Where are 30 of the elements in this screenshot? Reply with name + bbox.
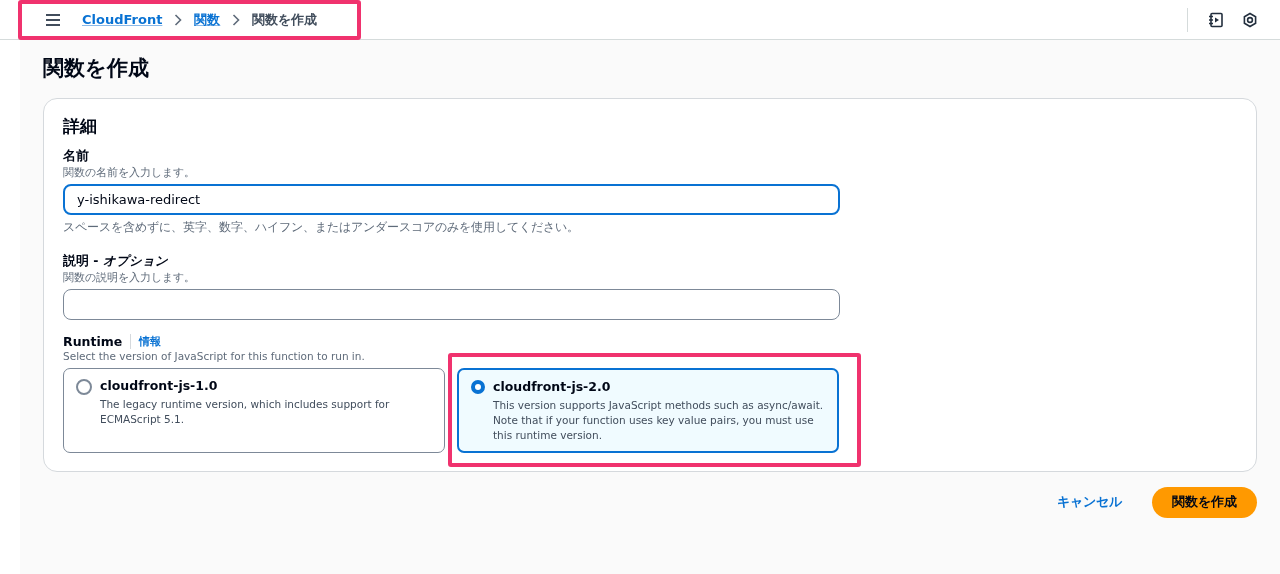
chevron-icon <box>232 13 241 26</box>
page-title: 関数を作成 <box>43 55 150 82</box>
option-title: cloudfront-js-2.0 <box>493 379 612 394</box>
field-description: 関数の名前を入力します。 <box>63 166 196 180</box>
radio-button[interactable] <box>471 380 485 394</box>
option-title: cloudfront-js-1.0 <box>100 378 219 393</box>
breadcrumb-current: 関数を作成 <box>252 10 318 29</box>
breadcrumb-link[interactable]: CloudFront <box>82 12 163 27</box>
description-input[interactable] <box>63 289 840 320</box>
info-link[interactable]: 情報 <box>130 334 162 349</box>
section-title: 詳細 <box>63 115 98 138</box>
field-description: 関数の説明を入力します。 <box>63 271 196 285</box>
create-button[interactable]: 関数を作成 <box>1152 487 1257 518</box>
option-description: This version supports JavaScript methods such as async/await. Note that if your function uses key value pairs, you must use this runtime version. <box>493 398 825 443</box>
radio-button[interactable] <box>76 379 92 395</box>
name-input[interactable]: y-ishikawa-redirect <box>63 184 840 215</box>
option-description: The legacy runtime version, which includes support for ECMAScript 5.1. <box>100 397 391 427</box>
breadcrumb-link[interactable]: 関数 <box>194 10 221 29</box>
chevron-icon <box>174 13 183 26</box>
field-description: Select the version of JavaScript for this function to run in. <box>63 350 366 362</box>
cancel-button[interactable]: キャンセル <box>1053 488 1126 517</box>
field-label: 説明 - オプション <box>63 253 169 270</box>
notebook-icon[interactable] <box>1208 11 1224 28</box>
field-label: 名前 <box>63 148 90 165</box>
field-label: Runtime <box>63 334 123 349</box>
runtime-option[interactable]: cloudfront-js-1.0 The legacy runtime version, which includes support for ECMAScript 5.1. <box>63 368 445 453</box>
menu-icon[interactable] <box>46 13 60 26</box>
runtime-option[interactable]: cloudfront-js-2.0 This version supports JavaScript methods such as async/await. Note that if your function uses key value pairs, you must use this runtime version. <box>457 368 839 453</box>
constraint-text: スペースを含めずに、英字、数字、ハイフン、またはアンダースコアのみを使用してください。 <box>63 220 580 235</box>
hexagon-icon[interactable] <box>1242 11 1258 28</box>
